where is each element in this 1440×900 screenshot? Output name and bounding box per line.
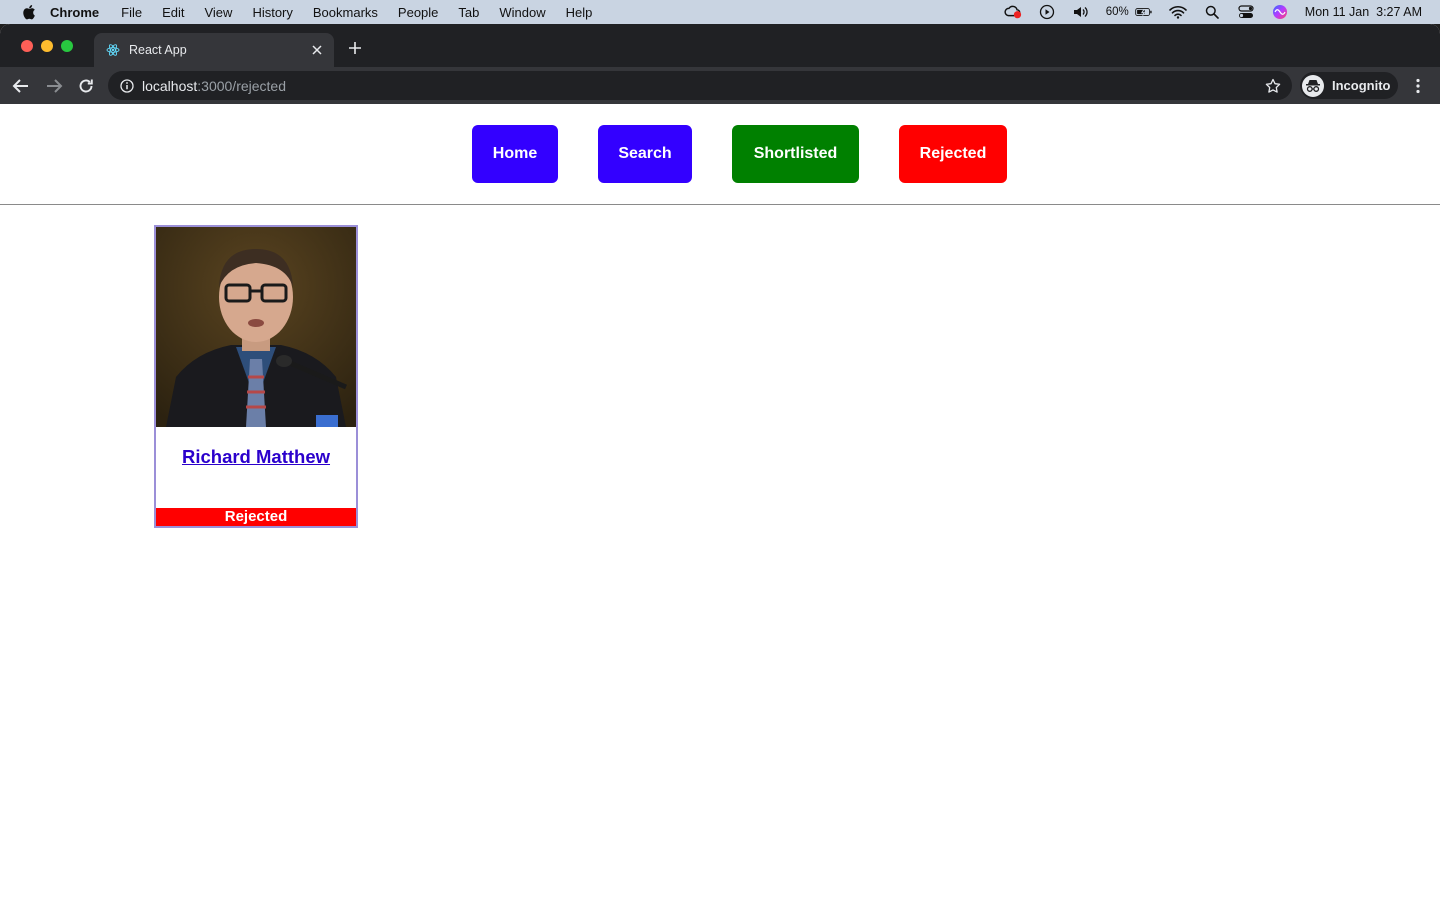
incognito-icon bbox=[1302, 74, 1324, 97]
candidate-photo bbox=[156, 227, 356, 427]
menu-bookmarks[interactable]: Bookmarks bbox=[313, 5, 378, 20]
browser-tab-active[interactable]: React App bbox=[94, 33, 334, 67]
siri-icon[interactable] bbox=[1271, 4, 1289, 20]
control-center-icon[interactable] bbox=[1237, 4, 1255, 20]
url-path: :3000/rejected bbox=[197, 77, 286, 94]
address-bar[interactable]: localhost:3000/rejected bbox=[108, 71, 1292, 100]
menu-file[interactable]: File bbox=[121, 5, 142, 20]
tab-strip: React App bbox=[0, 24, 1440, 67]
candidate-name-link[interactable]: Richard Matthew bbox=[156, 446, 356, 468]
menu-history[interactable]: History bbox=[252, 5, 292, 20]
window-minimize-button[interactable] bbox=[41, 40, 53, 52]
new-tab-plus-icon[interactable] bbox=[345, 38, 365, 58]
clock-datetime[interactable]: Mon 11 Jan 3:27 AM bbox=[1305, 5, 1422, 19]
react-favicon-icon bbox=[106, 43, 120, 57]
back-arrow-icon[interactable] bbox=[10, 75, 32, 97]
window-zoom-button[interactable] bbox=[61, 40, 73, 52]
macos-menu-bar: Chrome File Edit View History Bookmarks … bbox=[0, 0, 1440, 24]
browser-window: React App localhost:3000/rejected Incog… bbox=[0, 24, 1440, 900]
wifi-icon[interactable] bbox=[1168, 4, 1187, 20]
bookmark-star-icon[interactable] bbox=[1264, 77, 1282, 95]
menu-view[interactable]: View bbox=[204, 5, 232, 20]
forward-arrow-icon[interactable] bbox=[43, 75, 65, 97]
candidate-card: Richard Matthew Rejected bbox=[154, 225, 358, 528]
creative-cloud-icon[interactable] bbox=[1004, 4, 1022, 20]
menu-edit[interactable]: Edit bbox=[162, 5, 184, 20]
menu-bar-status-area: 60% Mon 11 Jan 3:27 AM bbox=[1004, 0, 1422, 24]
browser-toolbar: localhost:3000/rejected Incognito bbox=[0, 67, 1440, 104]
menu-people[interactable]: People bbox=[398, 5, 438, 20]
app-navbar: Home Search Shortlisted Rejected bbox=[0, 104, 1440, 205]
menu-help[interactable]: Help bbox=[566, 5, 593, 20]
nav-rejected-button[interactable]: Rejected bbox=[899, 125, 1007, 183]
nav-shortlisted-button[interactable]: Shortlisted bbox=[732, 125, 859, 183]
window-close-button[interactable] bbox=[21, 40, 33, 52]
url-host: localhost bbox=[142, 77, 198, 94]
page-viewport: Home Search Shortlisted Rejected Richard… bbox=[0, 104, 1440, 900]
menu-app-name[interactable]: Chrome bbox=[50, 5, 99, 20]
incognito-profile-button[interactable]: Incognito bbox=[1300, 72, 1398, 99]
reload-icon[interactable] bbox=[75, 75, 97, 97]
tab-close-icon[interactable] bbox=[309, 42, 325, 58]
site-info-icon[interactable] bbox=[120, 78, 134, 93]
volume-icon[interactable] bbox=[1072, 4, 1090, 20]
menu-window[interactable]: Window bbox=[499, 5, 545, 20]
browser-menu-kebab-icon[interactable] bbox=[1408, 75, 1428, 97]
battery-percent: 60% bbox=[1105, 6, 1129, 18]
nav-home-button[interactable]: Home bbox=[472, 125, 558, 183]
play-circle-icon[interactable] bbox=[1038, 4, 1056, 20]
nav-search-button[interactable]: Search bbox=[598, 125, 692, 183]
incognito-label: Incognito bbox=[1332, 78, 1391, 93]
candidate-status-badge: Rejected bbox=[156, 508, 356, 526]
battery-charging-icon[interactable] bbox=[1135, 4, 1153, 20]
tab-title: React App bbox=[129, 43, 187, 57]
apple-logo-icon[interactable] bbox=[22, 4, 36, 20]
menu-tab[interactable]: Tab bbox=[458, 5, 479, 20]
spotlight-search-icon[interactable] bbox=[1203, 4, 1221, 20]
